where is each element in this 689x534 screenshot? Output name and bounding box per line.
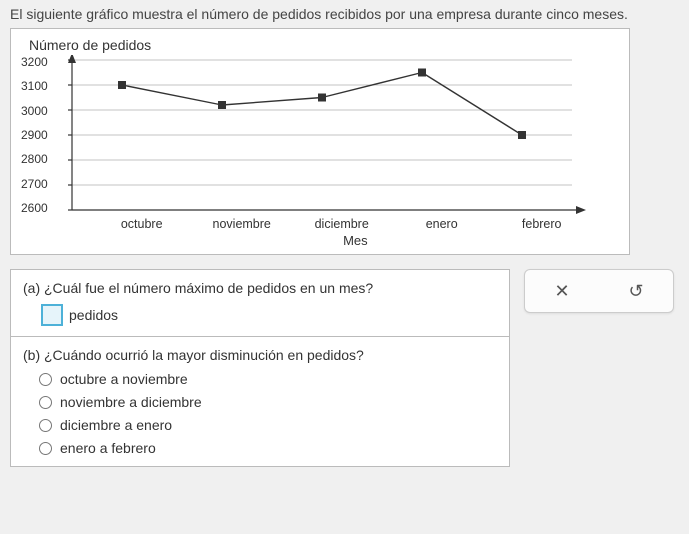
- x-axis-label: Mes: [92, 233, 619, 248]
- option-label: noviembre a diciembre: [60, 394, 202, 410]
- answer-a-unit: pedidos: [69, 307, 118, 323]
- intro-text: El siguiente gráfico muestra el número d…: [10, 6, 679, 22]
- radio-icon: [39, 396, 52, 409]
- ytick: 3000: [21, 104, 48, 118]
- question-a: (a) ¿Cuál fue el número máximo de pedido…: [11, 270, 509, 337]
- y-ticks: 3200 3100 3000 2900 2800 2700 2600: [21, 55, 52, 215]
- option-dec-jan[interactable]: diciembre a enero: [39, 417, 497, 433]
- reset-icon: ↺: [628, 281, 643, 302]
- reset-button[interactable]: ↺: [616, 276, 656, 306]
- radio-icon: [39, 442, 52, 455]
- xtick: noviembre: [192, 217, 292, 231]
- option-oct-nov[interactable]: octubre a noviembre: [39, 371, 497, 387]
- line-chart: [52, 55, 592, 215]
- ytick: 2900: [21, 128, 48, 142]
- question-box: (a) ¿Cuál fue el número máximo de pedido…: [10, 269, 510, 467]
- question-a-text: (a) ¿Cuál fue el número máximo de pedido…: [23, 280, 497, 296]
- close-button[interactable]: ✕: [542, 276, 582, 306]
- xtick: diciembre: [292, 217, 392, 231]
- question-b: (b) ¿Cuándo ocurrió la mayor disminución…: [11, 337, 509, 466]
- y-axis-label: Número de pedidos: [29, 37, 619, 53]
- option-label: diciembre a enero: [60, 417, 172, 433]
- ytick: 2700: [21, 177, 48, 191]
- radio-icon: [39, 419, 52, 432]
- option-jan-feb[interactable]: enero a febrero: [39, 440, 497, 456]
- answer-a-input[interactable]: [41, 304, 63, 326]
- close-icon: ✕: [554, 281, 569, 302]
- chart-card: Número de pedidos 3200 3100 3000 2900 28…: [10, 28, 630, 255]
- data-series: [118, 69, 526, 140]
- xtick: febrero: [492, 217, 592, 231]
- question-b-text: (b) ¿Cuándo ocurrió la mayor disminución…: [23, 347, 497, 363]
- x-ticks: octubre noviembre diciembre enero febrer…: [92, 217, 592, 231]
- ytick: 2800: [21, 152, 48, 166]
- option-nov-dec[interactable]: noviembre a diciembre: [39, 394, 497, 410]
- xtick: octubre: [92, 217, 192, 231]
- option-label: enero a febrero: [60, 440, 156, 456]
- tool-panel: ✕ ↺: [524, 269, 674, 313]
- ytick: 3100: [21, 79, 48, 93]
- radio-icon: [39, 373, 52, 386]
- ytick: 2600: [21, 201, 48, 215]
- ytick: 3200: [21, 55, 48, 69]
- xtick: enero: [392, 217, 492, 231]
- option-label: octubre a noviembre: [60, 371, 188, 387]
